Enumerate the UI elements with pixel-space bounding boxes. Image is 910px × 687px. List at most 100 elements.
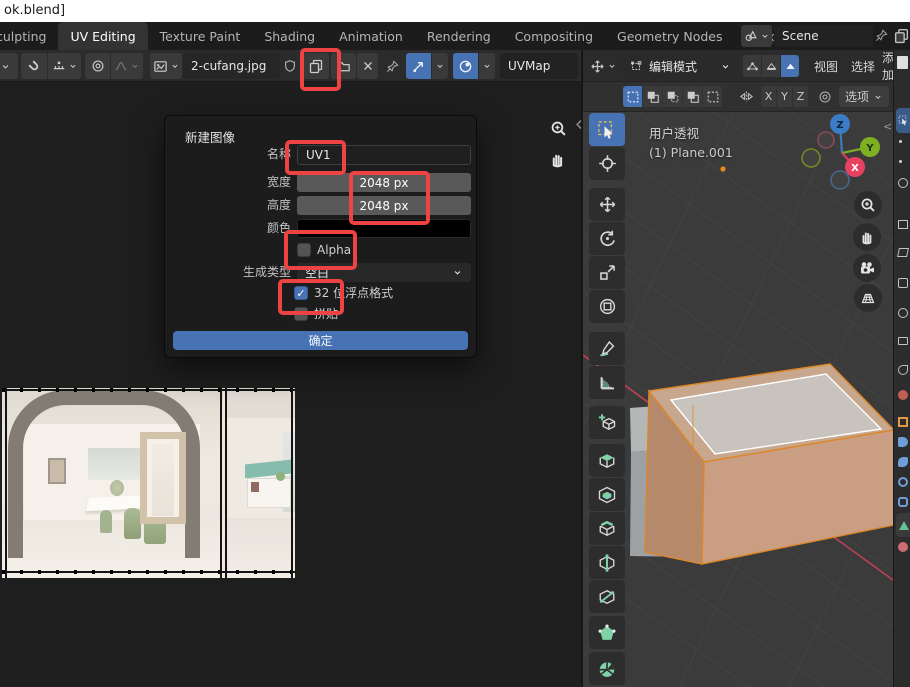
- perspective-button-bg[interactable]: [854, 284, 882, 312]
- pin-image-button[interactable]: [382, 53, 402, 79]
- tab-constraints-icon[interactable]: [898, 497, 908, 507]
- scene-selector-button[interactable]: [741, 25, 772, 47]
- tab-animation[interactable]: Animation: [327, 22, 415, 50]
- proportional-edit-toggle[interactable]: [815, 86, 835, 107]
- height-slider[interactable]: 2048 px: [297, 196, 471, 215]
- snap-toggle-button[interactable]: [21, 53, 47, 79]
- mirror-toggle[interactable]: [735, 86, 757, 107]
- tab-particles-icon[interactable]: [898, 457, 908, 467]
- scene-pin-button[interactable]: [874, 28, 889, 43]
- select-intersect-button[interactable]: [703, 86, 722, 107]
- tab-physics-icon[interactable]: [898, 477, 908, 487]
- uv-snap-toggle[interactable]: [406, 53, 431, 79]
- gizmo-neg-y[interactable]: [802, 149, 820, 167]
- tab-texture-paint[interactable]: Texture Paint: [148, 22, 253, 50]
- tab-object-icon[interactable]: [898, 417, 908, 427]
- tool-annotate[interactable]: [589, 332, 625, 365]
- tab-world-gray-icon[interactable]: [898, 308, 908, 318]
- gizmo-neg-x[interactable]: [818, 132, 834, 148]
- properties-editor-type-icon[interactable]: [897, 56, 908, 69]
- tool-move[interactable]: [589, 188, 625, 221]
- color-swatch[interactable]: [297, 219, 471, 238]
- tool-poly-build[interactable]: [589, 616, 625, 649]
- uv-snap-dropdown[interactable]: [432, 53, 448, 79]
- editor-type-button-partial[interactable]: [0, 53, 18, 79]
- float-format-checkbox[interactable]: ✓: [294, 286, 308, 300]
- unlink-image-button[interactable]: [357, 53, 378, 79]
- menu-view[interactable]: 视图: [808, 50, 844, 82]
- select-mode-face[interactable]: [781, 55, 799, 77]
- view3d-editor-type-button[interactable]: [587, 53, 619, 79]
- tool-cursor[interactable]: [589, 147, 625, 180]
- tool-knife[interactable]: [589, 580, 625, 613]
- select-set-button[interactable]: [623, 86, 642, 107]
- tiled-checkbox[interactable]: [294, 307, 308, 321]
- tool-loop-cut[interactable]: [589, 546, 625, 579]
- tab-compositing[interactable]: Compositing: [503, 22, 605, 50]
- proportional-edit-button[interactable]: [85, 53, 110, 79]
- tab-modifiers-icon[interactable]: [898, 437, 908, 447]
- gizmo-neg-z[interactable]: [831, 171, 849, 189]
- scene-name-field[interactable]: Scene: [774, 25, 873, 47]
- scene-copy-button[interactable]: [893, 27, 910, 44]
- tool-measure[interactable]: [589, 366, 625, 399]
- tab-world-icon[interactable]: [898, 390, 908, 400]
- tool-spin[interactable]: [589, 652, 625, 685]
- alpha-checkbox[interactable]: [297, 243, 311, 257]
- tool-bevel[interactable]: [589, 512, 625, 545]
- tool-select-box[interactable]: [589, 113, 625, 146]
- tool-transform[interactable]: [589, 290, 625, 323]
- generated-type-dropdown[interactable]: 空白: [297, 263, 471, 282]
- uv-image-view[interactable]: [2, 388, 295, 578]
- symmetry-y-button[interactable]: Y: [777, 86, 792, 107]
- uv-sticky-toggle[interactable]: [453, 53, 478, 79]
- select-invert-button[interactable]: [683, 86, 702, 107]
- zoom-button-bg[interactable]: [854, 191, 882, 219]
- snap-mode-dropdown[interactable]: [48, 53, 81, 79]
- tab-render-icon[interactable]: [898, 178, 908, 188]
- tool-inset-faces[interactable]: [589, 478, 625, 511]
- tool-scale[interactable]: [589, 256, 625, 289]
- mode-dropdown[interactable]: 编辑模式: [621, 53, 739, 79]
- tab-fan-icon[interactable]: [898, 365, 908, 375]
- open-image-button[interactable]: [331, 53, 356, 79]
- editor-split-vertical[interactable]: [581, 50, 583, 687]
- select-mode-vertex[interactable]: [743, 55, 761, 77]
- tab-geometry-nodes[interactable]: Geometry Nodes: [605, 22, 734, 50]
- symmetry-x-button[interactable]: X: [761, 86, 776, 107]
- select-mode-edge[interactable]: [762, 55, 780, 77]
- tab-collection-icon[interactable]: [898, 337, 908, 345]
- tab-data-active[interactable]: [896, 513, 910, 537]
- view3d-sidebar-toggle[interactable]: <: [883, 120, 892, 133]
- uv-pan-button[interactable]: [542, 144, 572, 174]
- tab-material-icon[interactable]: [898, 542, 908, 552]
- menu-select[interactable]: 选择: [845, 50, 881, 82]
- tab-scene-icon[interactable]: [898, 278, 908, 288]
- uv-sticky-dropdown[interactable]: [479, 53, 495, 79]
- confirm-button[interactable]: 确定: [173, 331, 468, 350]
- select-subtract-button[interactable]: [663, 86, 682, 107]
- name-field[interactable]: UV1: [297, 145, 471, 165]
- tab-uv-editing[interactable]: UV Editing: [58, 22, 147, 50]
- select-extend-button[interactable]: [643, 86, 662, 107]
- view3d-canvas[interactable]: Z Y X <: [583, 112, 893, 687]
- properties-tab-tool-active[interactable]: [896, 108, 910, 133]
- tab-shading[interactable]: Shading: [252, 22, 327, 50]
- menu-add-partial[interactable]: 添加: [882, 50, 893, 82]
- fake-user-button[interactable]: [281, 53, 299, 79]
- pan-button-bg[interactable]: [853, 223, 881, 251]
- image-browse-dropdown[interactable]: [150, 53, 182, 79]
- tab-output-icon[interactable]: [898, 220, 908, 229]
- uvmap-field[interactable]: UVMap: [500, 53, 578, 79]
- tool-extrude-region[interactable]: [589, 444, 625, 477]
- new-image-button[interactable]: [303, 53, 329, 79]
- options-dropdown[interactable]: 选项: [839, 86, 889, 107]
- image-name-field[interactable]: 2-cufang.jpg: [183, 53, 280, 79]
- tab-sculpting[interactable]: culpting: [0, 22, 58, 50]
- tool-add-cube[interactable]: [589, 406, 625, 439]
- tab-rendering[interactable]: Rendering: [415, 22, 503, 50]
- tab-viewlayer-icon[interactable]: [897, 248, 909, 257]
- falloff-dropdown[interactable]: [111, 53, 143, 79]
- uv-zoom-button[interactable]: [543, 113, 573, 143]
- width-slider[interactable]: 2048 px: [297, 173, 471, 192]
